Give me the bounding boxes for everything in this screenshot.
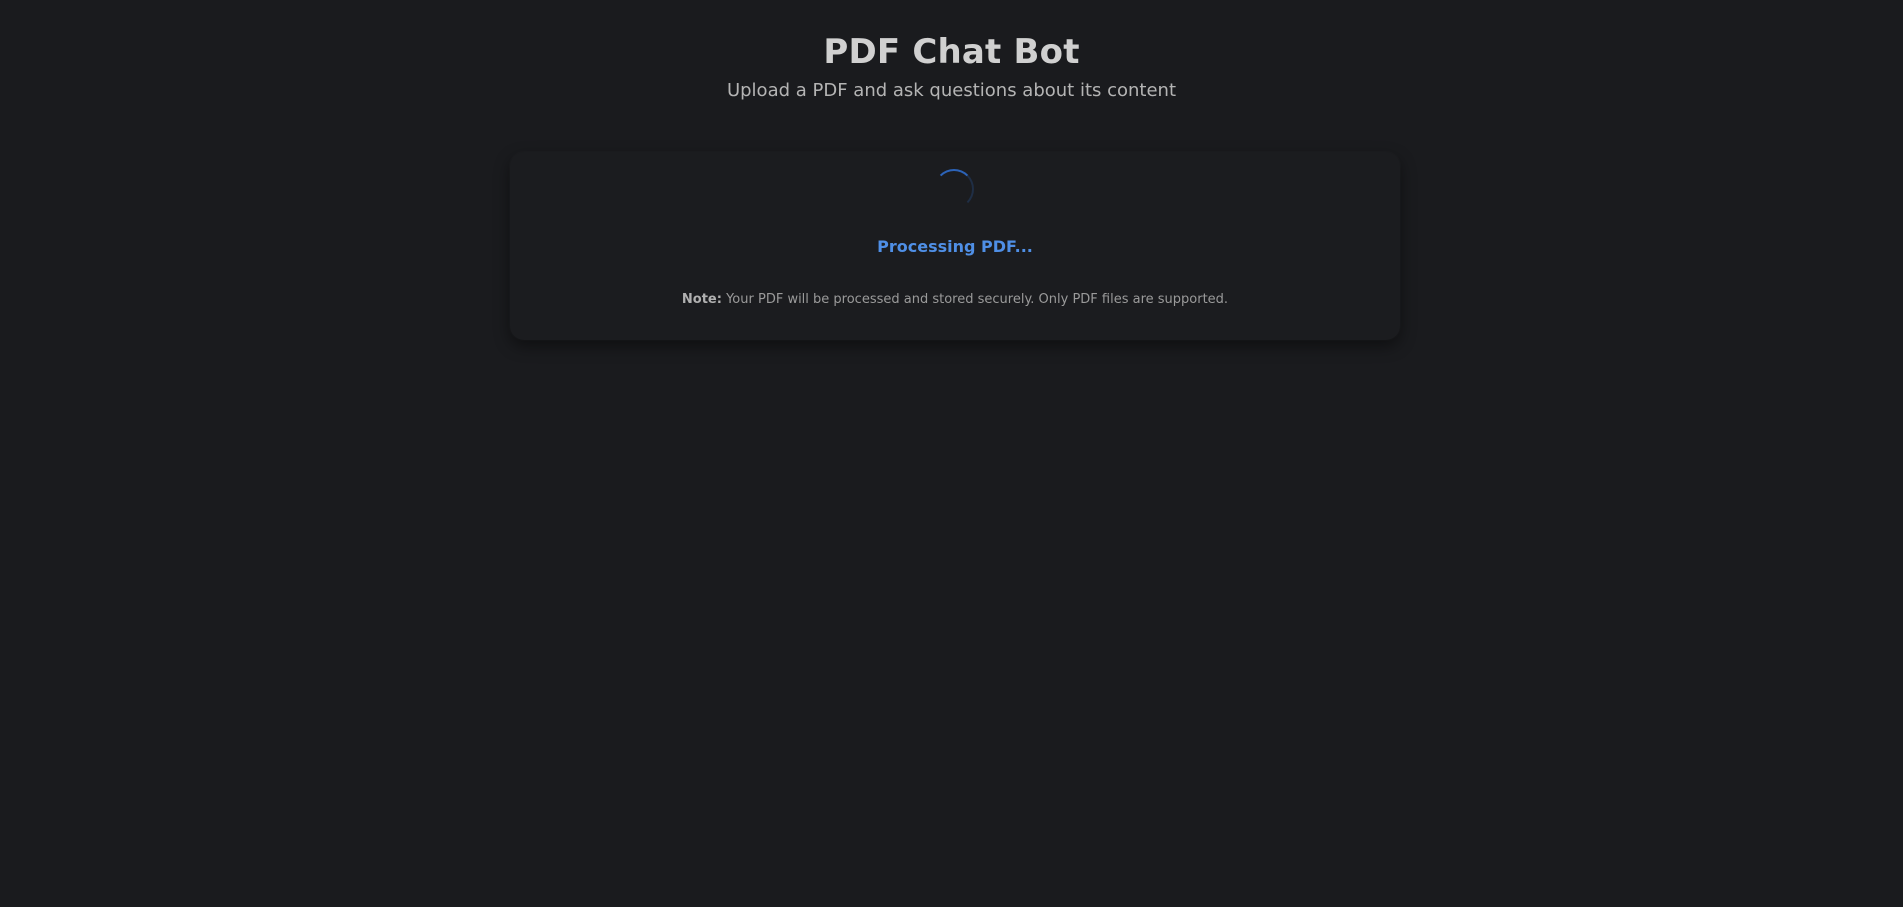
note-text: Your PDF will be processed and stored se… bbox=[726, 292, 1229, 307]
page: PDF Chat Bot Upload a PDF and ask questi… bbox=[0, 0, 1903, 907]
note-label: Note: bbox=[681, 292, 722, 307]
header: PDF Chat Bot Upload a PDF and ask questi… bbox=[0, 28, 1903, 104]
page-subtitle: Upload a PDF and ask questions about its… bbox=[726, 80, 1177, 101]
page-title: PDF Chat Bot bbox=[823, 32, 1080, 72]
loading-spinner-icon bbox=[934, 169, 974, 209]
processing-status: Processing PDF... bbox=[877, 237, 1033, 256]
upload-card: Processing PDF... Note: Your PDF will be… bbox=[510, 152, 1400, 340]
security-note: Note: Your PDF will be processed and sto… bbox=[510, 290, 1400, 310]
